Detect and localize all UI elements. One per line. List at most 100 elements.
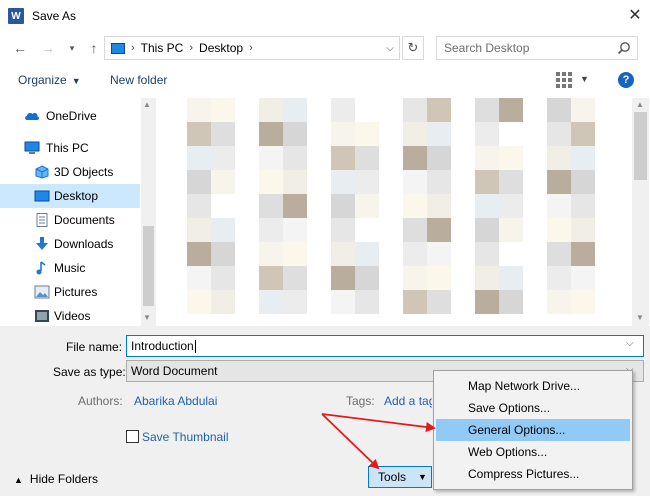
file-thumbnail[interactable] xyxy=(403,290,427,314)
file-thumbnail[interactable] xyxy=(187,290,211,314)
view-options-icon[interactable] xyxy=(556,72,572,88)
file-thumbnail[interactable] xyxy=(427,218,451,242)
file-thumbnail[interactable] xyxy=(259,290,283,314)
save-thumbnail-checkbox[interactable] xyxy=(126,430,139,443)
hide-folders-button[interactable]: ▲ Hide Folders xyxy=(14,472,98,486)
file-thumbnail[interactable] xyxy=(403,194,427,218)
file-thumbnail[interactable] xyxy=(331,218,355,242)
view-dropdown-icon[interactable]: ▼ xyxy=(580,74,589,84)
file-thumbnail[interactable] xyxy=(187,266,211,290)
file-thumbnail[interactable] xyxy=(499,218,523,242)
file-thumbnail[interactable] xyxy=(211,170,235,194)
file-thumbnail[interactable] xyxy=(547,170,571,194)
file-thumbnail[interactable] xyxy=(403,170,427,194)
sidebar-item-music[interactable]: Music xyxy=(0,256,140,280)
file-thumbnail[interactable] xyxy=(355,290,379,314)
sidebar-item-downloads[interactable]: Downloads xyxy=(0,232,140,256)
file-thumbnail[interactable] xyxy=(331,242,355,266)
chevron-down-icon[interactable]: ⌵ xyxy=(626,338,634,349)
file-thumbnail[interactable] xyxy=(355,146,379,170)
file-thumbnail[interactable] xyxy=(403,146,427,170)
menu-item-compress-pictures[interactable]: Compress Pictures... xyxy=(436,463,630,485)
refresh-icon[interactable]: ↻ xyxy=(402,36,424,60)
file-thumbnail[interactable] xyxy=(571,194,595,218)
file-thumbnail[interactable] xyxy=(475,194,499,218)
file-thumbnail[interactable] xyxy=(427,290,451,314)
file-thumbnail[interactable] xyxy=(427,266,451,290)
file-thumbnail[interactable] xyxy=(547,98,571,122)
file-thumbnail[interactable] xyxy=(547,122,571,146)
file-thumbnail[interactable] xyxy=(427,146,451,170)
file-thumbnail[interactable] xyxy=(187,218,211,242)
sidebar-item-this-pc[interactable]: This PC xyxy=(0,136,140,160)
file-thumbnail[interactable] xyxy=(475,170,499,194)
file-thumbnail[interactable] xyxy=(331,194,355,218)
file-thumbnail[interactable] xyxy=(571,170,595,194)
file-thumbnail[interactable] xyxy=(211,98,235,122)
breadcrumb-this-pc[interactable]: This PC xyxy=(141,41,184,55)
file-thumbnail[interactable] xyxy=(283,242,307,266)
file-thumbnail[interactable] xyxy=(283,170,307,194)
file-thumbnail[interactable] xyxy=(571,218,595,242)
file-list-area[interactable] xyxy=(157,98,632,326)
file-thumbnail[interactable] xyxy=(283,122,307,146)
file-thumbnail[interactable] xyxy=(499,194,523,218)
file-thumbnail[interactable] xyxy=(475,218,499,242)
breadcrumb-desktop[interactable]: Desktop xyxy=(199,41,243,55)
file-thumbnail[interactable] xyxy=(547,242,571,266)
scroll-down-icon[interactable]: ▼ xyxy=(143,313,151,322)
tools-button[interactable]: Tools ▼ xyxy=(368,466,432,488)
scroll-up-icon[interactable]: ▲ xyxy=(636,100,644,109)
save-thumbnail-label[interactable]: Save Thumbnail xyxy=(142,430,229,444)
menu-item-general-options[interactable]: General Options... xyxy=(436,419,630,441)
file-thumbnail[interactable] xyxy=(331,98,355,122)
new-folder-button[interactable]: New folder xyxy=(110,73,167,87)
address-bar[interactable]: › This PC › Desktop › xyxy=(104,36,400,60)
up-arrow-icon[interactable]: ↑ xyxy=(84,38,104,58)
file-thumbnail[interactable] xyxy=(283,218,307,242)
content-scroll-thumb[interactable] xyxy=(634,112,647,180)
menu-item-web-options[interactable]: Web Options... xyxy=(436,441,630,463)
file-thumbnail[interactable] xyxy=(211,242,235,266)
tags-value[interactable]: Add a tag xyxy=(384,394,432,408)
file-thumbnail[interactable] xyxy=(499,98,523,122)
file-thumbnail[interactable] xyxy=(355,242,379,266)
file-thumbnail[interactable] xyxy=(427,242,451,266)
file-thumbnail[interactable] xyxy=(187,146,211,170)
file-thumbnail[interactable] xyxy=(403,218,427,242)
file-thumbnail[interactable] xyxy=(211,146,235,170)
file-thumbnail[interactable] xyxy=(331,266,355,290)
authors-value[interactable]: Abarika Abdulai xyxy=(134,394,217,408)
menu-item-save-options[interactable]: Save Options... xyxy=(436,397,630,419)
file-thumbnail[interactable] xyxy=(331,170,355,194)
file-thumbnail[interactable] xyxy=(283,98,307,122)
file-thumbnail[interactable] xyxy=(571,266,595,290)
file-thumbnail[interactable] xyxy=(571,242,595,266)
file-thumbnail[interactable] xyxy=(211,218,235,242)
file-thumbnail[interactable] xyxy=(475,242,499,266)
file-thumbnail[interactable] xyxy=(475,122,499,146)
sidebar-item-videos[interactable]: Videos xyxy=(0,304,140,326)
file-thumbnail[interactable] xyxy=(283,146,307,170)
file-thumbnail[interactable] xyxy=(427,170,451,194)
sidebar-scroll-thumb[interactable] xyxy=(143,226,154,306)
file-thumbnail[interactable] xyxy=(211,290,235,314)
file-thumbnail[interactable] xyxy=(283,194,307,218)
search-input[interactable]: Search Desktop xyxy=(436,36,638,60)
file-thumbnail[interactable] xyxy=(547,266,571,290)
file-thumbnail[interactable] xyxy=(403,242,427,266)
sidebar-item-onedrive[interactable]: OneDrive xyxy=(0,104,140,128)
file-thumbnail[interactable] xyxy=(187,170,211,194)
file-thumbnail[interactable] xyxy=(355,266,379,290)
close-icon[interactable]: ✕ xyxy=(624,4,646,26)
file-thumbnail[interactable] xyxy=(283,266,307,290)
file-thumbnail[interactable] xyxy=(259,170,283,194)
file-thumbnail[interactable] xyxy=(259,194,283,218)
file-thumbnail[interactable] xyxy=(571,122,595,146)
help-icon[interactable]: ? xyxy=(618,72,634,88)
address-dropdown-icon[interactable]: ⌵ xyxy=(380,36,400,60)
file-thumbnail[interactable] xyxy=(187,98,211,122)
file-thumbnail[interactable] xyxy=(259,242,283,266)
file-thumbnail[interactable] xyxy=(259,146,283,170)
file-thumbnail[interactable] xyxy=(331,146,355,170)
